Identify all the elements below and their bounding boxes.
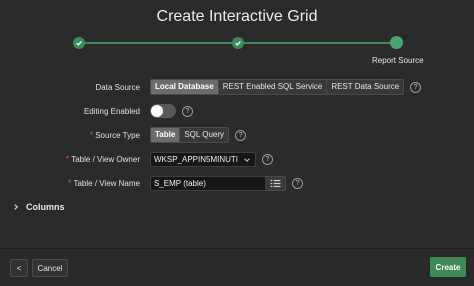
data-source-option-rest-sql[interactable]: REST Enabled SQL Service — [218, 80, 328, 94]
help-icon[interactable]: ? — [235, 129, 247, 141]
source-type-label: * Source Type — [90, 130, 140, 140]
editing-enabled-row: Editing Enabled ? — [0, 101, 474, 121]
source-type-row: * Source Type Table SQL Query ? — [0, 125, 474, 145]
data-source-option-rest-data[interactable]: REST Data Source — [327, 80, 404, 94]
list-icon — [270, 179, 281, 187]
toggle-knob — [151, 105, 163, 117]
table-owner-value: WKSP_APPIN5MINUTI — [154, 154, 239, 164]
table-name-label-text: Table / View Name — [73, 179, 140, 188]
source-type-label-text: Source Type — [95, 131, 140, 140]
wizard-progress: Report Source — [0, 36, 474, 66]
required-marker: * — [65, 154, 70, 164]
data-source-option-local[interactable]: Local Database — [151, 80, 219, 94]
table-owner-label-text: Table / View Owner — [71, 155, 140, 164]
wizard-step-complete — [232, 37, 244, 49]
check-icon — [235, 40, 241, 46]
source-type-option-sql-query[interactable]: SQL Query — [180, 128, 229, 142]
help-icon[interactable]: ? — [262, 153, 273, 165]
table-name-input[interactable]: S_EMP (table) — [150, 175, 266, 191]
columns-section-label: Columns — [26, 202, 65, 212]
cancel-button[interactable]: Cancel — [32, 259, 68, 277]
data-source-label: Data Source — [95, 82, 140, 92]
source-type-selector: Table SQL Query — [150, 127, 230, 143]
wizard-step-current — [390, 36, 403, 49]
back-button[interactable]: < — [10, 259, 28, 277]
create-button[interactable]: Create — [430, 257, 466, 277]
help-icon[interactable]: ? — [410, 81, 422, 93]
wizard-current-label: Report Source — [372, 56, 424, 65]
data-source-row: Data Source Local Database REST Enabled … — [0, 77, 474, 97]
source-type-option-table[interactable]: Table — [151, 128, 181, 142]
table-name-value: S_EMP (table) — [154, 178, 206, 188]
table-owner-label: * Table / View Owner — [66, 154, 140, 164]
table-name-row: * Table / View Name S_EMP (table) ? — [0, 173, 474, 193]
table-owner-row: * Table / View Owner WKSP_APPIN5MINUTI ? — [0, 149, 474, 169]
list-of-values-button[interactable] — [266, 175, 286, 191]
editing-enabled-toggle[interactable] — [150, 104, 176, 118]
wizard-track — [80, 42, 238, 44]
required-marker: * — [67, 178, 72, 188]
editing-enabled-label: Editing Enabled — [83, 106, 140, 116]
chevron-right-icon — [14, 204, 18, 210]
wizard-track — [238, 42, 396, 44]
dialog-title: Create Interactive Grid — [156, 8, 318, 25]
required-marker: * — [89, 130, 94, 140]
table-name-label: * Table / View Name — [68, 178, 140, 188]
dialog-footer: < Cancel Create — [0, 248, 474, 286]
check-icon — [76, 40, 82, 46]
help-icon[interactable]: ? — [292, 177, 303, 189]
help-icon[interactable]: ? — [182, 105, 193, 117]
columns-section-toggle[interactable]: Columns — [12, 202, 65, 212]
chevron-down-icon — [244, 157, 250, 162]
wizard-step-complete — [73, 37, 85, 49]
table-owner-select[interactable]: WKSP_APPIN5MINUTI — [150, 151, 256, 167]
data-source-selector: Local Database REST Enabled SQL Service … — [150, 79, 405, 95]
